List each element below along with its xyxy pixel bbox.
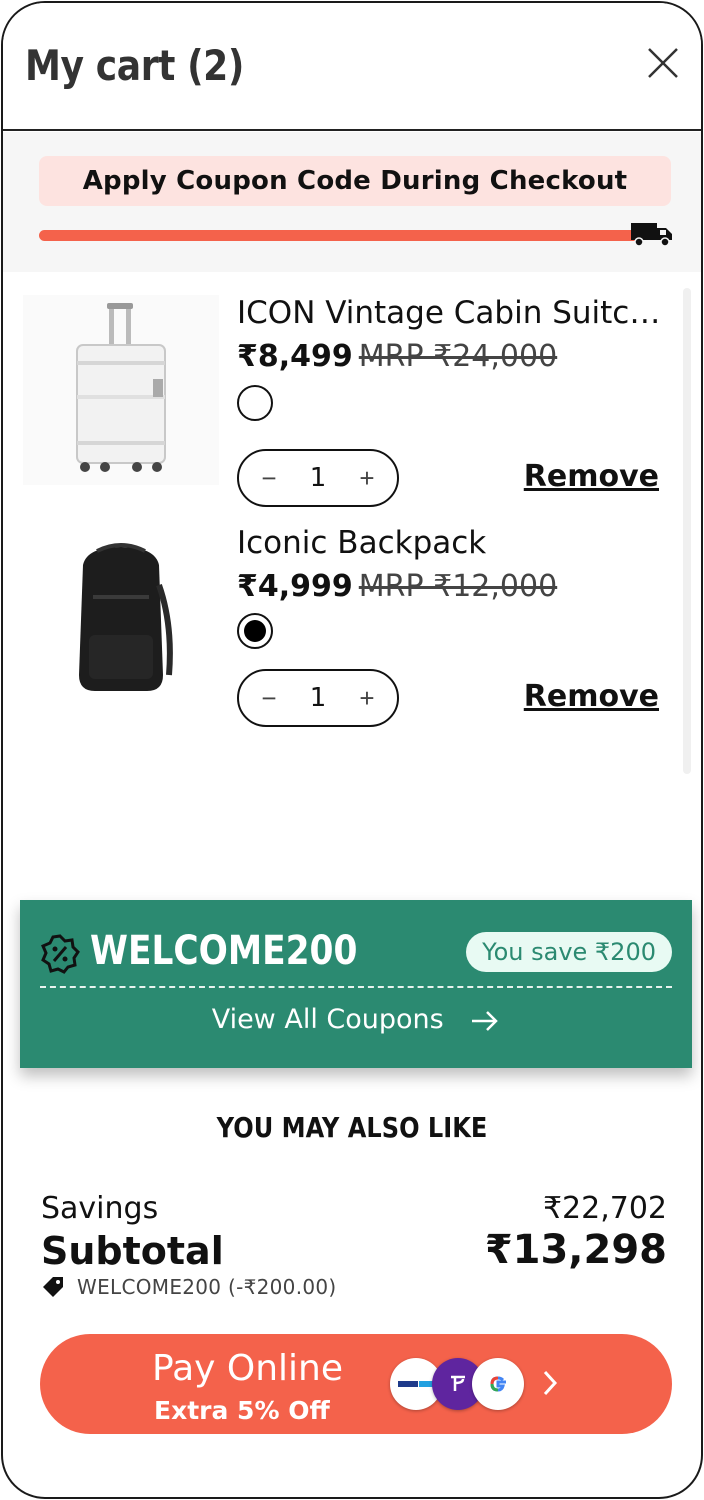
payment-logos [390, 1358, 526, 1410]
item-price-row: ₹8,499 MRP ₹24,000 [237, 339, 557, 374]
suitcase-image [23, 295, 219, 485]
item-price: ₹4,999 [237, 569, 353, 604]
cart-drawer: My cart (2) Apply Coupon Code During Che… [1, 1, 703, 1499]
pay-online-label: Pay Online [152, 1348, 344, 1389]
subtotal-label: Subtotal [41, 1229, 224, 1273]
free-shipping-area: Apply Coupon Code During Checkout [3, 132, 701, 272]
item-name[interactable]: ICON Vintage Cabin Suitc… [237, 295, 660, 331]
close-icon[interactable] [643, 43, 683, 83]
chevron-right-icon [543, 1370, 558, 1396]
item-price: ₹8,499 [237, 339, 353, 374]
recommendations-heading: YOU MAY ALSO LIKE [216, 1111, 488, 1144]
pay-online-offer: Extra 5% Off [154, 1396, 330, 1425]
color-swatch-white[interactable] [237, 385, 273, 421]
decrease-quantity-button[interactable]: − [257, 463, 281, 494]
remove-item-button[interactable]: Remove [524, 679, 659, 714]
backpack-image [23, 525, 219, 715]
coupon-banner: Apply Coupon Code During Checkout [39, 156, 671, 206]
subtotal-value: ₹13,298 [484, 1227, 667, 1273]
color-swatch-black[interactable] [237, 613, 273, 649]
savings-badge: You save ₹200 [466, 932, 672, 972]
item-mrp: MRP ₹24,000 [358, 339, 558, 374]
item-price-row: ₹4,999 MRP ₹12,000 [237, 569, 557, 604]
increase-quantity-button[interactable]: + [355, 683, 379, 714]
shipping-progress-bar [39, 230, 639, 241]
view-all-coupons-link[interactable]: View All Coupons [20, 1004, 692, 1035]
quantity-value: 1 [309, 463, 327, 493]
tag-icon [43, 1277, 63, 1297]
delivery-truck-icon [631, 223, 672, 247]
arrow-right-icon [472, 1010, 499, 1031]
cart-item: ICON Vintage Cabin Suitc… ₹8,499 MRP ₹24,… [3, 295, 683, 515]
quantity-stepper: − 1 + [237, 669, 399, 727]
savings-label: Savings [41, 1191, 159, 1226]
remove-item-button[interactable]: Remove [524, 459, 659, 494]
cart-item: Iconic Backpack ₹4,999 MRP ₹12,000 − 1 + … [3, 525, 683, 745]
item-mrp: MRP ₹12,000 [358, 569, 558, 604]
coupon-code: WELCOME200 [90, 928, 358, 974]
cart-header: My cart (2) [3, 3, 701, 131]
view-all-coupons-label: View All Coupons [211, 1004, 444, 1035]
applied-coupon-text: WELCOME200 (-₹200.00) [77, 1275, 337, 1299]
item-name[interactable]: Iconic Backpack [237, 525, 486, 561]
quantity-stepper: − 1 + [237, 449, 399, 507]
savings-value: ₹22,702 [542, 1191, 667, 1226]
pay-online-button[interactable]: Pay Online Extra 5% Off [40, 1334, 672, 1434]
cart-title: My cart (2) [25, 41, 244, 90]
increase-quantity-button[interactable]: + [355, 463, 379, 494]
discount-badge-icon [41, 934, 80, 974]
divider [40, 986, 672, 988]
decrease-quantity-button[interactable]: − [257, 683, 281, 714]
gpay-logo [472, 1358, 524, 1410]
quantity-value: 1 [309, 683, 327, 713]
coupon-card[interactable]: WELCOME200 You save ₹200 View All Coupon… [20, 900, 692, 1068]
items-scrollbar[interactable] [683, 288, 691, 774]
